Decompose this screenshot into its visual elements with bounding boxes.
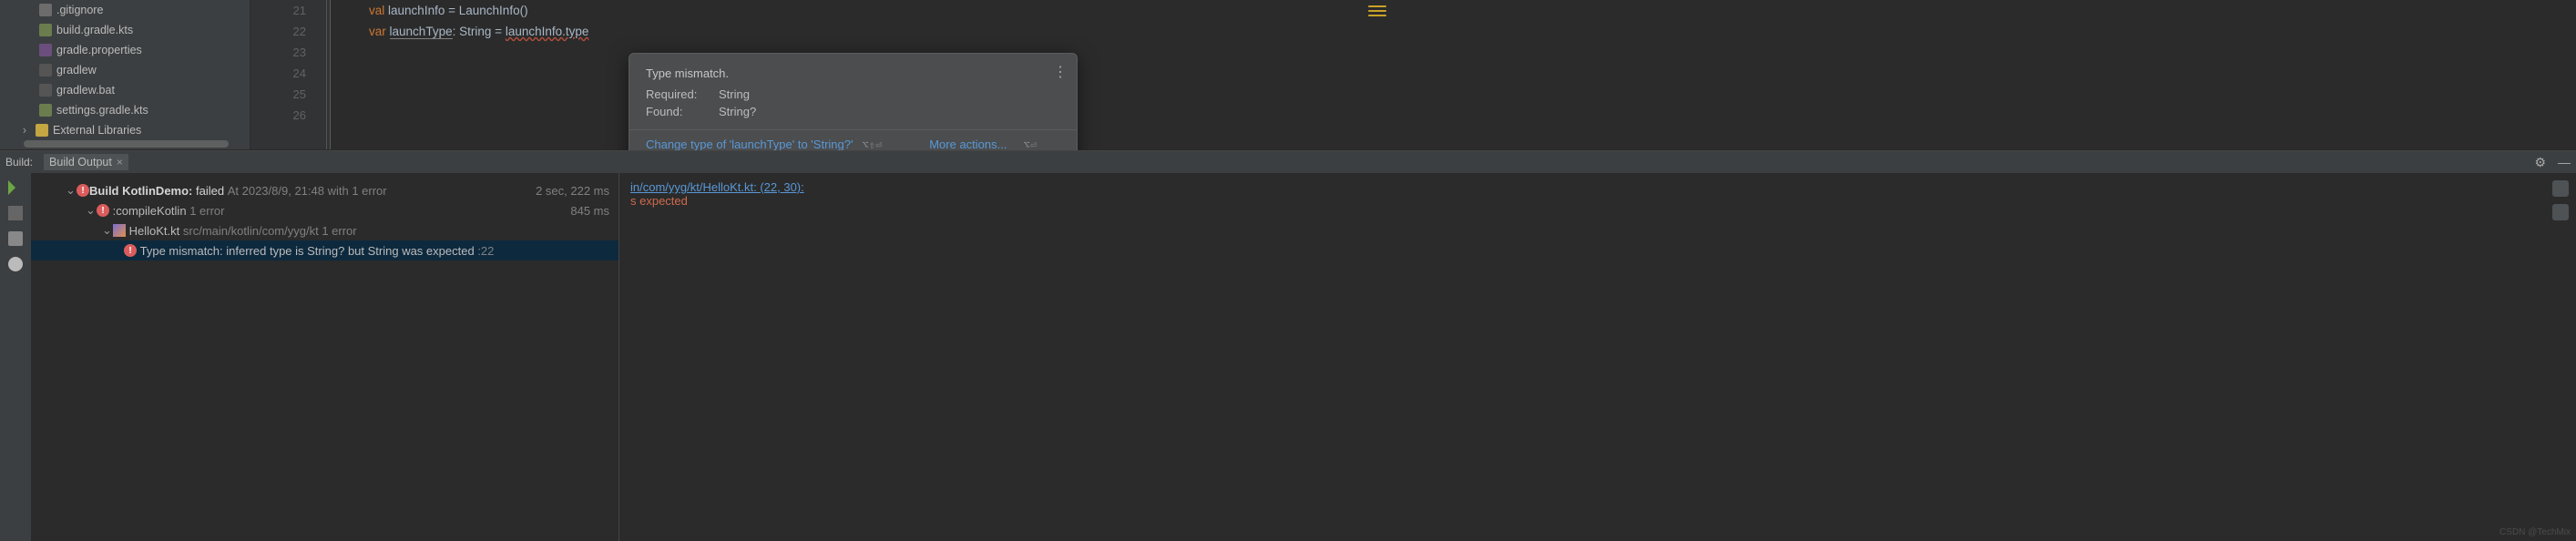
project-tree: .gitignore build.gradle.kts gradle.prope… xyxy=(0,0,250,149)
found-value: String? xyxy=(719,105,1060,118)
found-label: Found: xyxy=(646,105,711,118)
tree-item-build-gradle[interactable]: build.gradle.kts xyxy=(0,20,250,40)
code-line-21: val launchInfo = LaunchInfo() xyxy=(332,0,1386,21)
build-row-time: 845 ms xyxy=(570,204,618,218)
error-icon: ! xyxy=(77,184,89,197)
build-row-label: Type mismatch: inferred type is String? … xyxy=(140,244,475,258)
tab-build-output[interactable]: Build Output × xyxy=(44,154,128,170)
quickfix-shortcut: ⌥⇧⏎ xyxy=(862,138,882,151)
build-toolbar xyxy=(0,173,31,541)
file-icon xyxy=(39,24,52,36)
line-number: 26 xyxy=(250,105,306,126)
library-icon xyxy=(36,124,48,137)
kotlin-file-icon xyxy=(113,224,126,237)
gutter-separator xyxy=(327,0,331,149)
tree-item-label: gradlew.bat xyxy=(56,84,115,97)
tree-item-label: External Libraries xyxy=(53,124,141,137)
build-row-time: 2 sec, 222 ms xyxy=(536,184,618,198)
settings-icon[interactable]: ⚙ xyxy=(2534,155,2546,170)
minimize-icon[interactable]: — xyxy=(2558,155,2571,170)
watermark: CSDN @TechMix xyxy=(2499,527,2571,537)
tree-item-label: gradle.properties xyxy=(56,44,142,56)
build-row-root[interactable]: ⌄ ! Build KotlinDemo: failed At 2023/8/9… xyxy=(31,180,618,200)
identifier: launchType xyxy=(390,25,453,39)
file-icon xyxy=(39,104,52,117)
build-tree: ⌄ ! Build KotlinDemo: failed At 2023/8/9… xyxy=(31,173,619,541)
line-number: 25 xyxy=(250,84,306,105)
required-label: Required: xyxy=(646,87,711,101)
chevron-down-icon[interactable]: ⌄ xyxy=(86,203,97,218)
code-line-22: var launchType: String = launchInfo.type xyxy=(332,21,1386,42)
build-row-meta: 1 error xyxy=(189,204,224,218)
build-row-label: :compileKotlin xyxy=(113,204,187,218)
expression: launchInfo.type xyxy=(506,25,589,38)
build-tabs: Build: Build Output × ⚙ — xyxy=(0,151,2576,173)
editor-gutter: 21 22 23 24 25 26 xyxy=(250,0,327,149)
filter-icon[interactable] xyxy=(8,206,23,220)
tree-item-label: settings.gradle.kts xyxy=(56,104,148,117)
quickfix-link[interactable]: Change type of 'launchType' to 'String?' xyxy=(646,138,853,151)
tree-item-gradlew-bat[interactable]: gradlew.bat xyxy=(0,80,250,100)
keyword: val xyxy=(369,4,384,17)
code-minimap-icon[interactable] xyxy=(1368,3,1386,21)
file-icon xyxy=(39,64,52,77)
file-icon xyxy=(39,84,52,97)
type: String xyxy=(459,25,491,38)
soft-wrap-icon[interactable] xyxy=(2552,180,2569,197)
build-output-text[interactable]: in/com/yyg/kt/HelloKt.kt: (22, 30): s ex… xyxy=(619,173,2576,541)
keyword: var xyxy=(369,25,386,38)
tree-item-settings-gradle[interactable]: settings.gradle.kts xyxy=(0,100,250,120)
build-row-error[interactable]: ! Type mismatch: inferred type is String… xyxy=(31,240,618,260)
build-panel: Build: Build Output × ⚙ — ⌄ ! Build Kotli… xyxy=(0,150,2576,541)
build-tab-label: Build: xyxy=(5,156,33,168)
chevron-down-icon[interactable]: ⌄ xyxy=(102,223,113,238)
tree-item-label: build.gradle.kts xyxy=(56,24,133,36)
rerun-icon[interactable] xyxy=(8,180,23,195)
build-row-status: failed xyxy=(196,184,224,198)
call: LaunchInfo() xyxy=(459,4,528,17)
file-icon xyxy=(39,4,52,16)
build-row-meta: At 2023/8/9, 21:48 with 1 error xyxy=(228,184,387,198)
build-row-label: HelloKt.kt xyxy=(129,224,180,238)
tree-item-external-libraries[interactable]: › External Libraries xyxy=(0,120,250,140)
view-icon[interactable] xyxy=(8,257,23,271)
output-error: s expected xyxy=(630,194,2565,208)
horizontal-scrollbar[interactable] xyxy=(0,138,250,149)
tree-item-label: .gitignore xyxy=(56,4,103,16)
colon: : xyxy=(453,25,456,38)
tree-item-gradle-properties[interactable]: gradle.properties xyxy=(0,40,250,60)
line-number: 22 xyxy=(250,21,306,42)
identifier: launchInfo xyxy=(388,4,445,17)
tab-build-output-label: Build Output xyxy=(49,156,112,168)
build-row-file[interactable]: ⌄ HelloKt.kt src/main/kotlin/com/yyg/kt … xyxy=(31,220,618,240)
operator: = xyxy=(495,25,502,38)
pin-icon[interactable] xyxy=(8,231,23,246)
error-icon: ! xyxy=(97,204,109,217)
operator: = xyxy=(448,4,455,17)
chevron-right-icon[interactable]: › xyxy=(18,124,31,137)
build-row-meta: :22 xyxy=(477,244,494,258)
tree-item-gitignore[interactable]: .gitignore xyxy=(0,0,250,20)
line-number: 24 xyxy=(250,63,306,84)
tree-item-label: gradlew xyxy=(56,64,97,77)
file-icon xyxy=(39,44,52,56)
kebab-menu-icon[interactable]: ⋮ xyxy=(1053,63,1068,81)
more-actions-shortcut: ⌥⏎ xyxy=(1023,138,1036,151)
line-number: 23 xyxy=(250,42,306,63)
close-icon[interactable]: × xyxy=(117,156,123,168)
more-actions-link[interactable]: More actions... xyxy=(929,138,1007,151)
scroll-to-end-icon[interactable] xyxy=(2552,204,2569,220)
error-icon: ! xyxy=(124,244,137,257)
required-value: String xyxy=(719,87,1060,101)
build-row-meta: src/main/kotlin/com/yyg/kt 1 error xyxy=(183,224,357,238)
tooltip-title: Type mismatch. xyxy=(646,66,1060,80)
build-row-compile[interactable]: ⌄ ! :compileKotlin 1 error 845 ms xyxy=(31,200,618,220)
build-row-label: Build KotlinDemo: xyxy=(89,184,192,198)
tree-item-gradlew[interactable]: gradlew xyxy=(0,60,250,80)
output-link[interactable]: in/com/yyg/kt/HelloKt.kt: (22, 30): xyxy=(630,180,804,194)
line-number: 21 xyxy=(250,0,306,21)
chevron-down-icon[interactable]: ⌄ xyxy=(66,183,77,198)
